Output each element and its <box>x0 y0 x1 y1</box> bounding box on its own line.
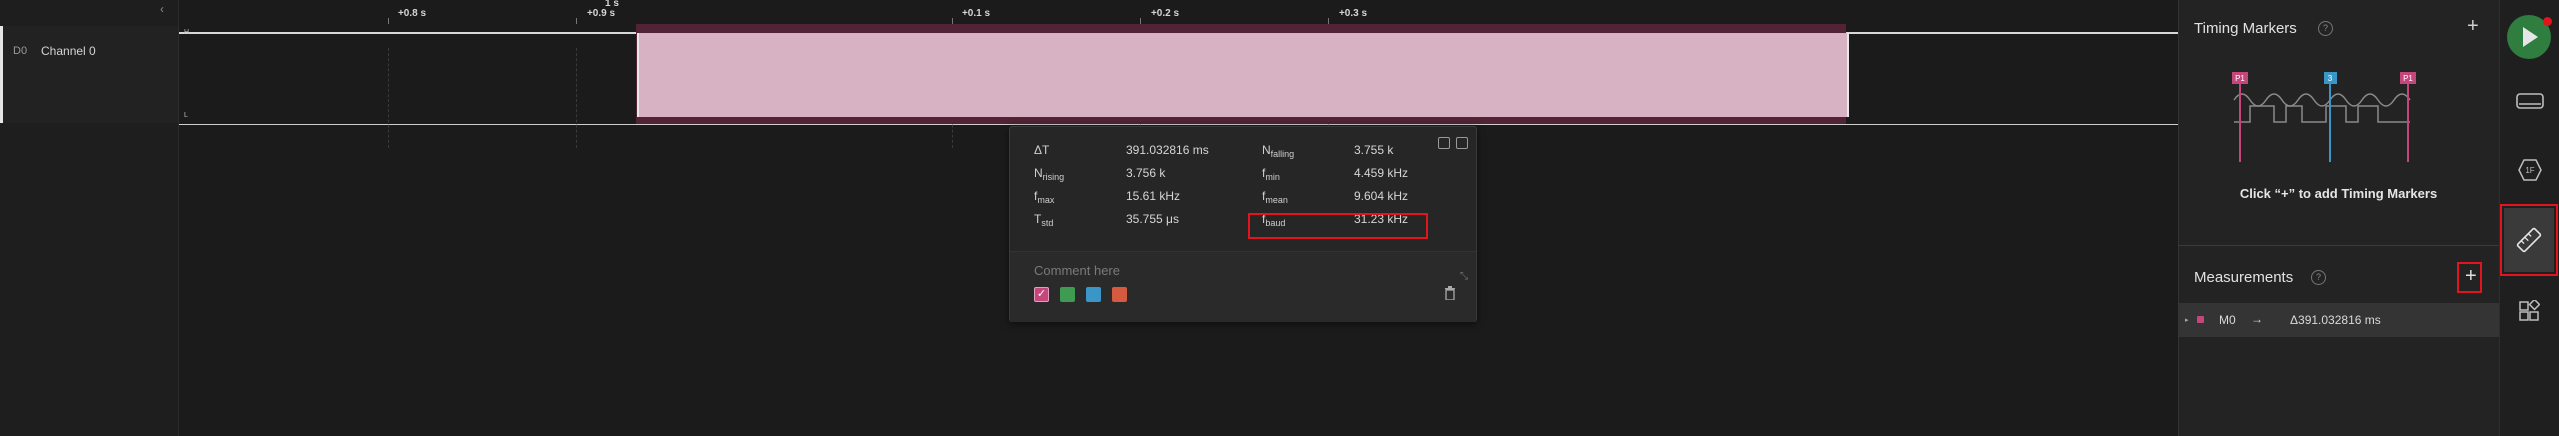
notification-dot <box>2543 17 2552 26</box>
metric-label-symbol: ΔT <box>1034 143 1050 157</box>
tick-label: +0.8 s <box>397 8 427 19</box>
device-icon[interactable] <box>2515 90 2545 112</box>
waveform-high-line <box>179 32 636 34</box>
metric-value: 15.61 kHz <box>1126 189 1181 203</box>
metric-label: Tstd <box>1034 212 1053 228</box>
metric-label-subscript: falling <box>1270 149 1295 159</box>
waveform-high-line <box>1846 32 2178 34</box>
channel-name[interactable]: Channel 0 <box>41 44 96 58</box>
fbaud-highlight-box <box>1248 213 1428 239</box>
metric-label-subscript: max <box>1037 195 1055 205</box>
metric-label-symbol: N <box>1034 166 1043 180</box>
metric-label: fmin <box>1262 166 1280 182</box>
metric-value: 3.756 k <box>1126 166 1166 180</box>
measurement-selection[interactable] <box>637 33 1849 117</box>
metric-value: 9.604 kHz <box>1354 189 1409 203</box>
trash-icon[interactable] <box>1444 286 1458 302</box>
comment-area[interactable] <box>1010 251 1476 322</box>
measurement-value: Δ391.032816 ms <box>2290 313 2381 327</box>
marker-label: P1 <box>2403 74 2413 83</box>
right-panel <box>2178 0 2500 436</box>
time-ruler[interactable]: +0.8 s +0.9 s 1 s +0.1 s +0.2 s +0.3 s <box>179 0 2178 25</box>
grid-line <box>388 48 389 148</box>
analyzer-icon[interactable]: 1F <box>2517 158 2543 182</box>
high-level-marker: H <box>184 29 190 36</box>
comment-input[interactable]: Comment here <box>1034 263 1120 278</box>
panel-divider <box>2178 245 2499 246</box>
measurement-popup: ΔT 391.032816 ms Nfalling 3.755 k Nrising 3.7… <box>1009 126 1477 322</box>
metric-value: 3.755 k <box>1354 143 1394 157</box>
metric-value: 35.755 μs <box>1126 212 1179 226</box>
resize-grip-icon[interactable]: ⤡ <box>1460 271 1468 282</box>
channel-active-indicator <box>0 26 3 123</box>
svg-text:1F: 1F <box>2525 166 2534 175</box>
tick-label: +0.1 s <box>961 8 991 19</box>
collapse-chevron-icon[interactable]: ‹ <box>160 2 172 16</box>
metric-value: 391.032816 ms <box>1126 143 1209 157</box>
color-swatch-blue[interactable] <box>1086 287 1101 302</box>
metric-label-subscript: rising <box>1042 172 1065 182</box>
tick-label: +0.9 s <box>586 8 616 19</box>
timing-markers-illustration: P1 3 P1 <box>2232 72 2416 162</box>
measurement-color-dot <box>2197 316 2204 323</box>
metric-label-symbol: N <box>1262 143 1271 157</box>
color-swatch-orange[interactable] <box>1112 287 1127 302</box>
metric-label: fmax <box>1034 189 1054 205</box>
metric-label-subscript: min <box>1265 172 1280 182</box>
ruler-icon <box>2516 227 2542 253</box>
color-swatch-green[interactable] <box>1060 287 1075 302</box>
measurement-name: M0 <box>2219 313 2236 327</box>
copy-all-icon[interactable] <box>1456 137 1468 149</box>
copy-icon[interactable] <box>1438 137 1450 149</box>
help-icon[interactable]: ? <box>2318 21 2333 36</box>
metric-value: 4.459 kHz <box>1354 166 1409 180</box>
metric-label: Nrising <box>1034 166 1064 182</box>
tick-label-major: 1 s <box>605 0 619 9</box>
measurements-title: Measurements <box>2194 269 2294 286</box>
channel-id: D0 <box>13 45 28 57</box>
grid-line <box>576 48 577 148</box>
expand-caret-icon[interactable]: ▸ <box>2185 316 2189 324</box>
metric-label-subscript: std <box>1041 218 1054 228</box>
metric-label-subscript: mean <box>1265 195 1288 205</box>
marker-label: 3 <box>2328 74 2333 83</box>
timing-markers-title: Timing Markers <box>2194 20 2297 37</box>
measurement-arrow-icon: → <box>2251 312 2263 326</box>
extensions-icon[interactable] <box>2518 300 2540 322</box>
tick-label: +0.3 s <box>1338 8 1368 19</box>
metric-label: ΔT <box>1034 143 1049 159</box>
color-swatch-pink[interactable]: ✓ <box>1034 287 1049 302</box>
add-timing-marker-button[interactable]: + <box>2467 15 2479 38</box>
channel-row[interactable] <box>0 26 178 123</box>
timing-markers-hint: Click “+” to add Timing Markers <box>2239 186 2438 201</box>
low-level-marker: L <box>184 112 188 119</box>
play-icon <box>2523 27 2538 47</box>
help-icon[interactable]: ? <box>2311 270 2326 285</box>
metric-label: fmean <box>1262 189 1288 205</box>
add-measurement-button[interactable]: + <box>2465 265 2477 288</box>
tick-label: +0.2 s <box>1150 8 1180 19</box>
marker-label: P1 <box>2235 74 2245 83</box>
metric-label: Nfalling <box>1262 143 1294 159</box>
